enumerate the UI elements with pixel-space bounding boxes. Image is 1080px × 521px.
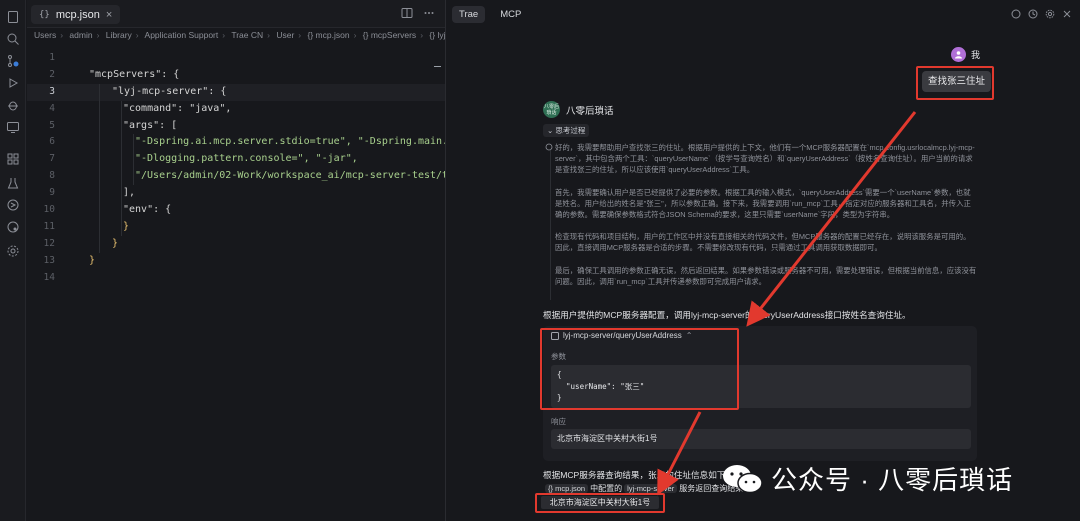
assistant-name: 八零后瑣话 — [566, 105, 614, 117]
thinking-paragraph: 最后，确保工具调用的参数正确无误，然后返回结果。如果参数错误或服务器不可用，需要… — [555, 265, 977, 286]
tab-label: mcp.json — [55, 8, 100, 21]
more-icon[interactable] — [423, 7, 435, 19]
source-control-icon[interactable] — [6, 54, 20, 68]
annotation-box-params — [540, 328, 739, 410]
code-line-active: 3 "lyj-mcp-server": { — [27, 83, 445, 101]
user-header: 我 — [950, 47, 980, 62]
code-line: 2 "mcpServers": { — [49, 68, 180, 80]
gear-icon[interactable] — [1045, 9, 1055, 19]
code-line: 6 "-Dspring.ai.mcp.server.stdio=true", "-… — [27, 134, 445, 152]
watermark-text: 公众号 · 八零后瑣话 — [771, 465, 1014, 495]
user-name: 我 — [970, 50, 980, 60]
code-line: 12} — [27, 235, 445, 253]
breadcrumb-item[interactable]: Library — [106, 30, 132, 40]
tab-trae[interactable]: Trae — [452, 6, 486, 23]
file-chip[interactable]: {} mcp.json — [545, 484, 589, 493]
history-icon[interactable] — [1028, 9, 1038, 19]
tab-mcp[interactable]: MCP — [493, 6, 528, 23]
code-line: 11} — [27, 218, 445, 236]
thinking-paragraph: 好的，我需要帮助用户查找张三的住址。根据用户提供的上下文，他们有一个MCP服务器… — [555, 143, 975, 175]
run-icon[interactable] — [6, 76, 20, 90]
search-icon[interactable] — [6, 32, 20, 46]
code-area[interactable]: 1 2 "mcpServers": { 3 "lyj-mcp-server": { … — [27, 50, 445, 286]
code-line: 10 "env": { — [27, 202, 445, 219]
code-editor: {} mcp.json × Users › admin › Library › App… — [27, 0, 445, 521]
chat-panel: Trae MCP 我 查找张三住址 八零后瑣话 八零后瑣话 ⌄ 思考过程 好的，… — [446, 0, 1080, 521]
thinking-paragraph: 首先，我需要确认用户是否已经提供了必要的参数。根据工具的输入模式，`queryU… — [555, 187, 971, 220]
server-chip[interactable]: lyj-mcp-server — [624, 484, 678, 493]
database-icon[interactable] — [6, 220, 20, 234]
code-line: 9], — [27, 185, 445, 203]
result-intro: 根据MCP服务器查询结果，张三的住址信息如下： — [543, 470, 734, 480]
annotation-box-question — [916, 66, 994, 100]
thinking-content: 好的，我需要帮助用户查找张三的住址。根据用户提供的上下文，他们有一个MCP服务器… — [545, 142, 977, 298]
breadcrumb-item[interactable]: {} mcp.json — [308, 30, 350, 40]
result-mid-text: 中配置的 — [590, 484, 623, 493]
code-line: 7 "-Dlogging.pattern.console=", "-jar", — [27, 151, 445, 169]
flask-icon[interactable] — [6, 176, 20, 190]
tab-close-icon[interactable]: × — [106, 9, 112, 21]
assistant-intro: 根据用户提供的MCP服务器配置，调用lyj-mcp-server的queryUs… — [543, 310, 911, 320]
breadcrumb-item[interactable]: Users — [34, 30, 56, 40]
user-avatar — [950, 47, 966, 62]
breadcrumb-item[interactable]: {} mcpServers — [363, 30, 416, 40]
breadcrumb-item[interactable]: Application Support — [145, 30, 219, 40]
thought-icon — [545, 143, 553, 151]
extensions-icon[interactable] — [6, 152, 20, 166]
code-line: 4 "command": "java", — [27, 100, 445, 118]
code-line: 14 — [43, 271, 55, 283]
response-label: 响应 — [551, 417, 566, 426]
assistant-avatar: 八零后瑣话 — [543, 101, 560, 118]
breadcrumb-item[interactable]: admin — [69, 30, 92, 40]
debug-icon[interactable] — [6, 98, 20, 112]
code-line: 1 — [49, 52, 55, 63]
activity-bar — [0, 0, 26, 521]
code-line: 5 "args": [ — [27, 117, 445, 135]
editor-tab-bar: {} mcp.json × — [27, 0, 445, 28]
json-file-icon: {} — [39, 9, 50, 20]
response-value: 北京市海淀区中关村大街1号 — [551, 429, 971, 449]
overview-ruler-mark — [434, 66, 441, 67]
preview-icon[interactable] — [6, 120, 20, 134]
thinking-toggle[interactable]: ⌄ 思考过程 — [543, 124, 590, 137]
watermark: 公众号 · 八零后瑣话 — [721, 460, 1013, 497]
breadcrumb-item[interactable]: Trae CN — [231, 30, 263, 40]
assistant-header: 八零后瑣话 八零后瑣话 — [543, 101, 614, 118]
code-line: 13} — [43, 254, 96, 266]
thinking-label: 思考过程 — [555, 126, 586, 135]
wechat-logo-icon — [723, 464, 763, 493]
tab-mcp-json[interactable]: {} mcp.json × — [31, 5, 121, 24]
breadcrumb-item[interactable]: {} lyj-mc — [429, 30, 445, 40]
file-icon[interactable] — [6, 10, 20, 24]
settings-icon[interactable] — [6, 244, 20, 258]
annotation-box-answer — [535, 493, 665, 513]
new-chat-icon[interactable] — [1011, 9, 1021, 19]
breadcrumb-item[interactable]: User — [276, 30, 294, 40]
code-line: 8 "/Users/admin/02-Work/workspace_ai/mcp-… — [27, 168, 445, 186]
split-editor-icon[interactable] — [401, 7, 413, 19]
breadcrumb: Users › admin › Library › Application Suppo… — [27, 28, 445, 42]
close-panel-icon[interactable] — [1062, 9, 1072, 19]
remote-icon[interactable] — [6, 198, 20, 212]
thinking-paragraph: 检查现有代码和项目结构，用户的工作区中并没有直接相关的代码文件，但MCP服务器的… — [555, 232, 971, 253]
